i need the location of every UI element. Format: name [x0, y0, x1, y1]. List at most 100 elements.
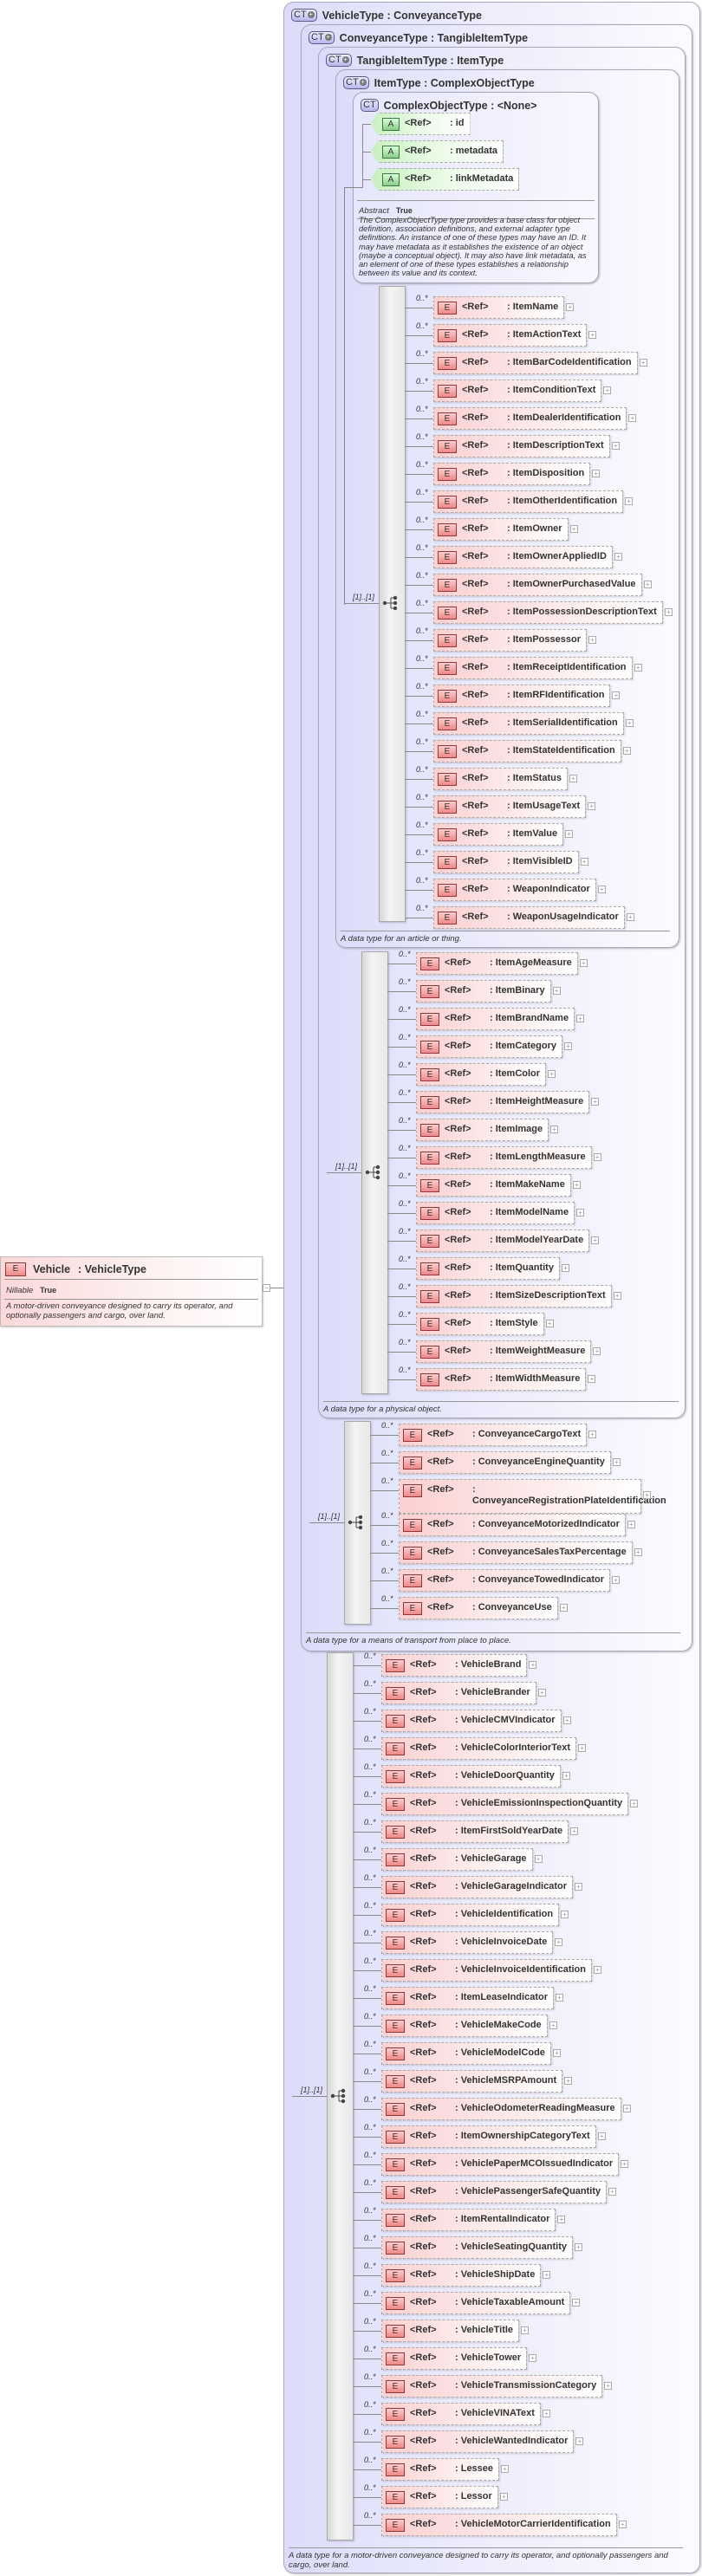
expand-icon[interactable]: +	[622, 747, 631, 755]
expand-icon[interactable]: +	[579, 959, 588, 967]
expand-icon[interactable]: +	[534, 1855, 543, 1863]
element-item-value[interactable]: E <Ref>: ItemValue	[433, 823, 564, 846]
expand-icon[interactable]: +	[634, 664, 642, 672]
expand-icon[interactable]: +	[529, 1661, 537, 1669]
expand-icon[interactable]: +	[621, 2160, 629, 2168]
expand-icon[interactable]: +	[612, 1576, 620, 1584]
expand-icon[interactable]: +	[529, 2354, 537, 2362]
element-vehicle-invoice-date[interactable]: E <Ref>: VehicleInvoiceDate	[381, 1931, 554, 1954]
vehicle-element-box[interactable]: E Vehicle : VehicleType Nillable True A m…	[0, 1256, 263, 1327]
expand-icon[interactable]: +	[592, 470, 601, 477]
expand-icon[interactable]: +	[548, 1070, 556, 1078]
element-vehicle-emission-inspection-quantity[interactable]: E <Ref>: VehicleEmissionInspectionQuantit…	[381, 1793, 629, 1815]
expand-icon[interactable]: +	[501, 2465, 510, 2473]
element-conveyance-sales-tax-percentage[interactable]: E <Ref>: ConveyanceSalesTaxPercentage	[399, 1541, 633, 1564]
expand-icon[interactable]: +	[597, 886, 606, 893]
expand-icon[interactable]: +	[597, 2132, 606, 2140]
element-vehicle-garage-indicator[interactable]: E <Ref>: VehicleGarageIndicator	[381, 1876, 573, 1898]
sequence-icon[interactable]	[348, 1515, 367, 1530]
element-conveyance-cargo-text[interactable]: E <Ref>: ConveyanceCargoText	[399, 1424, 588, 1446]
expand-icon[interactable]: +	[555, 1994, 563, 2002]
element-item-state-identification[interactable]: E <Ref>: ItemStateIdentification	[433, 740, 621, 762]
element-item-model-year-date[interactable]: E <Ref>: ItemModelYearDate	[416, 1230, 590, 1252]
element-item-usage-text[interactable]: E <Ref>: ItemUsageText	[433, 795, 587, 818]
element-item-possessor[interactable]: E <Ref>: ItemPossessor	[433, 629, 587, 652]
element-conveyance-engine-quantity[interactable]: E <Ref>: ConveyanceEngineQuantity	[399, 1451, 611, 1474]
element-item-owner-applied-id[interactable]: E <Ref>: ItemOwnerAppliedID	[433, 546, 613, 568]
element-item-width-measure[interactable]: E <Ref>: ItemWidthMeasure	[416, 1368, 587, 1391]
expand-icon[interactable]: +	[576, 1015, 585, 1022]
element-item-name[interactable]: E <Ref>: ItemName	[433, 296, 565, 319]
expand-icon[interactable]: +	[552, 2049, 561, 2057]
element-item-age-measure[interactable]: E <Ref>: ItemAgeMeasure	[416, 952, 578, 975]
expand-icon[interactable]: +	[499, 2493, 508, 2501]
element-item-action-text[interactable]: E <Ref>: ItemActionText	[433, 324, 588, 347]
attribute-metadata[interactable]: A <Ref>: metadata	[371, 140, 504, 163]
expand-icon[interactable]: +	[630, 1800, 639, 1807]
expand-icon[interactable]: +	[549, 2021, 557, 2029]
expand-icon[interactable]: +	[612, 1458, 621, 1466]
expand-icon[interactable]: +	[550, 1126, 559, 1133]
element-item-ownership-category-text[interactable]: E <Ref>: ItemOwnershipCategoryText	[381, 2125, 596, 2148]
element-vehicle-invoice-identification[interactable]: E <Ref>: VehicleInvoiceIdentification	[381, 1959, 592, 1982]
element-item-height-measure[interactable]: E <Ref>: ItemHeightMeasure	[416, 1091, 590, 1113]
expand-icon[interactable]: +	[575, 1883, 582, 1891]
element-vehicle-tower[interactable]: E <Ref>: VehicleTower	[381, 2347, 528, 2370]
element-vehicle-motor-carrier-identification[interactable]: E <Ref>: VehicleMotorCarrierIdentificatio…	[381, 2514, 617, 2536]
expand-icon[interactable]: +	[628, 414, 637, 422]
element-vehicle-transmission-category[interactable]: E <Ref>: VehicleTransmissionCategory	[381, 2375, 603, 2398]
element-item-rental-indicator[interactable]: E <Ref>: ItemRentalIndicator	[381, 2209, 556, 2231]
expand-icon[interactable]: +	[555, 1938, 563, 1946]
expand-icon[interactable]: +	[588, 636, 596, 644]
expand-icon[interactable]: +	[664, 608, 673, 616]
expand-icon[interactable]: +	[588, 1431, 597, 1438]
element-item-visible-id[interactable]: E <Ref>: ItemVisibleID	[433, 851, 579, 873]
expand-icon[interactable]: +	[561, 1264, 569, 1272]
element-vehicle-title[interactable]: E <Ref>: VehicleTitle	[381, 2320, 520, 2342]
expand-icon[interactable]: +	[627, 1521, 635, 1528]
expand-icon[interactable]: +	[626, 913, 634, 921]
expand-icon[interactable]: +	[611, 442, 620, 450]
element-item-length-measure[interactable]: E <Ref>: ItemLengthMeasure	[416, 1146, 592, 1169]
element-item-category[interactable]: E <Ref>: ItemCategory	[416, 1035, 563, 1058]
attribute-id[interactable]: A <Ref>: id	[371, 113, 471, 135]
expand-icon[interactable]: +	[614, 553, 622, 561]
element-vehicle-model-code[interactable]: E <Ref>: VehicleModelCode	[381, 2042, 551, 2065]
expand-icon[interactable]: +	[612, 691, 621, 699]
element-vehicle-cmvindicator[interactable]: E <Ref>: VehicleCMVIndicator	[381, 1710, 562, 1732]
element-item-weight-measure[interactable]: E <Ref>: ItemWeightMeasure	[416, 1340, 592, 1363]
element-item-status[interactable]: E <Ref>: ItemStatus	[433, 768, 568, 790]
attribute-linkmetadata[interactable]: A <Ref>: linkMetadata	[371, 168, 520, 191]
expand-icon[interactable]: +	[625, 719, 634, 727]
element-vehicle-wanted-indicator[interactable]: E <Ref>: VehicleWantedIndicator	[381, 2430, 575, 2453]
element-weapon-indicator[interactable]: E <Ref>: WeaponIndicator	[433, 879, 596, 901]
expand-icon[interactable]: +	[604, 2382, 613, 2390]
element-vehicle-msrpamount[interactable]: E <Ref>: VehicleMSRPAmount	[381, 2070, 563, 2093]
element-vehicle-make-code[interactable]: E <Ref>: VehicleMakeCode	[381, 2015, 548, 2037]
element-vehicle-taxable-amount[interactable]: E <Ref>: VehicleTaxableAmount	[381, 2292, 571, 2314]
expand-icon[interactable]: +	[591, 1098, 600, 1106]
element-conveyance-towed-indicator[interactable]: E <Ref>: ConveyanceTowedIndicator	[399, 1569, 610, 1592]
expand-icon[interactable]: +	[521, 2326, 530, 2334]
element-item-size-description-text[interactable]: E <Ref>: ItemSizeDescriptionText	[416, 1285, 612, 1307]
expand-icon[interactable]: +	[566, 303, 575, 311]
expand-icon[interactable]: +	[588, 1375, 596, 1383]
element-item-model-name[interactable]: E <Ref>: ItemModelName	[416, 1202, 575, 1224]
element-item-condition-text[interactable]: E <Ref>: ItemConditionText	[433, 380, 602, 402]
element-item-other-identification[interactable]: E <Ref>: ItemOtherIdentification	[433, 490, 624, 513]
expand-icon[interactable]: +	[545, 1320, 554, 1327]
expand-icon[interactable]: +	[570, 1827, 579, 1835]
element-item-binary[interactable]: E <Ref>: ItemBinary	[416, 980, 551, 1002]
element-vehicle-door-quantity[interactable]: E <Ref>: VehicleDoorQuantity	[381, 1765, 561, 1788]
element-item-color[interactable]: E <Ref>: ItemColor	[416, 1063, 547, 1086]
element-vehicle-identification[interactable]: E <Ref>: VehicleIdentification	[381, 1904, 560, 1926]
expand-icon[interactable]: +	[537, 1689, 546, 1697]
expand-icon[interactable]: +	[578, 1744, 587, 1752]
expand-icon[interactable]: +	[625, 497, 634, 505]
expand-icon[interactable]: +	[559, 1604, 568, 1612]
expand-icon[interactable]: +	[634, 1548, 642, 1556]
expand-icon[interactable]: +	[562, 1716, 571, 1724]
expand-icon[interactable]: +	[561, 1911, 569, 1918]
element-item-description-text[interactable]: E <Ref>: ItemDescriptionText	[433, 435, 610, 457]
element-item-owner-purchased-value[interactable]: E <Ref>: ItemOwnerPurchasedValue	[433, 574, 642, 596]
